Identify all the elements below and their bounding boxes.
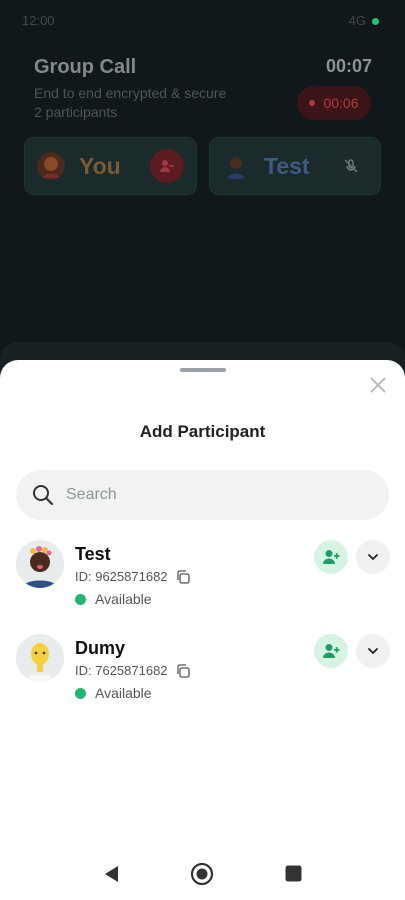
available-dot-icon (75, 687, 86, 699)
participant-id-text: ID: 7625871682 (75, 663, 168, 678)
remove-participant-button[interactable] (150, 149, 184, 183)
participant-name: Test (75, 544, 111, 564)
sheet-title: Add Participant (139, 422, 266, 441)
status-time: 12:00 (22, 12, 55, 28)
participant-tile-test[interactable]: Test (209, 137, 381, 195)
nav-back-button[interactable] (103, 865, 121, 888)
mute-toggle-button[interactable] (334, 149, 368, 183)
avatar-you-icon (37, 152, 65, 180)
status-right: 4G (349, 13, 379, 28)
search-input[interactable] (66, 486, 346, 504)
status-badge: Available (75, 685, 152, 701)
expand-button[interactable] (356, 634, 390, 668)
recording-indicator[interactable]: 00:06 (297, 86, 371, 120)
privacy-dot-icon (372, 17, 379, 25)
search-icon (33, 485, 54, 506)
recording-time: 00:06 (323, 95, 359, 111)
chevron-down-icon (368, 554, 378, 560)
home-circle-icon (190, 862, 214, 886)
avatar (16, 634, 64, 682)
available-dot-icon (75, 593, 86, 605)
user-add-icon (323, 644, 340, 658)
nav-home-button[interactable] (190, 862, 214, 891)
avatar (16, 540, 64, 588)
call-header: Group Call End to end encrypted & secure… (34, 56, 372, 120)
participant-row: Dumy ID: 7625871682 Available (0, 630, 405, 714)
system-nav-bar (0, 848, 405, 900)
search-bar[interactable] (16, 470, 389, 520)
status-text: Available (95, 685, 152, 701)
expand-button[interactable] (356, 540, 390, 574)
user-add-icon (323, 550, 340, 564)
tile-name-you: You (79, 152, 121, 179)
status-bar: 12:00 4G (0, 0, 405, 40)
close-button[interactable] (367, 374, 389, 396)
nav-recents-button[interactable] (285, 865, 302, 887)
participant-id: ID: 9625871682 (75, 569, 190, 584)
add-participant-sheet: Add Participant Test ID: 9625871682 Avai… (0, 360, 405, 900)
avatar-test-illustration (16, 540, 64, 588)
tile-name-test: Test (264, 152, 310, 179)
add-participant-button[interactable] (314, 540, 348, 574)
mic-off-icon (344, 159, 358, 173)
network-indicator: 4G (348, 12, 366, 28)
status-text: Available (95, 591, 152, 607)
participant-tile-you[interactable]: You (24, 137, 197, 195)
status-badge: Available (75, 591, 152, 607)
recents-square-icon (285, 865, 302, 882)
participant-name: Dumy (75, 638, 126, 658)
back-triangle-icon (105, 866, 118, 882)
avatar-test-icon (222, 152, 250, 180)
sheet-drag-handle[interactable] (180, 368, 226, 372)
avatar-dumy-illustration (16, 634, 64, 682)
close-icon (370, 377, 386, 393)
copy-icon[interactable] (176, 663, 190, 678)
chevron-down-icon (368, 648, 378, 654)
participant-row: Test ID: 9625871682 Available (0, 536, 405, 620)
recording-dot-icon (309, 100, 316, 106)
participant-id-text: ID: 9625871682 (75, 569, 168, 584)
add-participant-button[interactable] (314, 634, 348, 668)
call-title: Group Call (34, 56, 137, 78)
user-remove-icon (160, 160, 174, 172)
participant-id: ID: 7625871682 (75, 663, 190, 678)
call-timer: 00:07 (325, 56, 372, 76)
copy-icon[interactable] (176, 569, 190, 584)
